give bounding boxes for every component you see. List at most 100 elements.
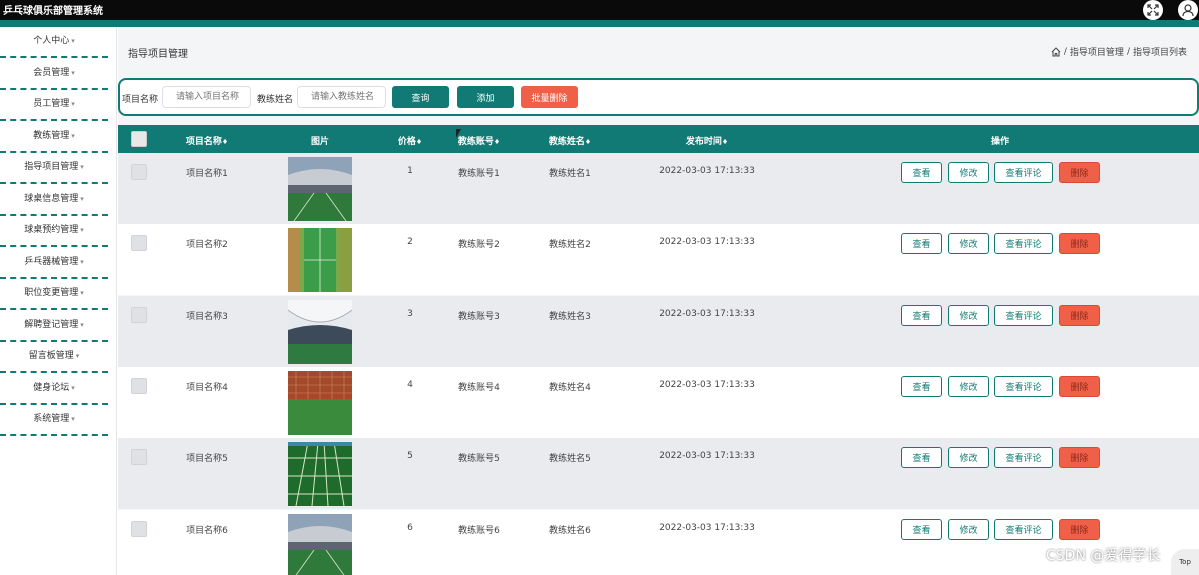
breadcrumb-level1[interactable]: 指导项目管理 bbox=[1070, 45, 1124, 58]
user-avatar-icon[interactable] bbox=[1178, 0, 1198, 20]
project-image bbox=[288, 157, 352, 221]
col-name-header[interactable]: 项目名称♦ bbox=[186, 134, 228, 147]
view-button[interactable]: 查看 bbox=[901, 375, 942, 397]
view-button[interactable]: 查看 bbox=[901, 518, 942, 540]
sidebar-item[interactable]: 指导项目管理 ▾ bbox=[0, 153, 108, 184]
edit-button[interactable]: 修改 bbox=[948, 162, 989, 183]
view-comments-button[interactable]: 查看评论 bbox=[994, 447, 1053, 469]
back-to-top-button[interactable]: Top bbox=[1171, 549, 1199, 575]
view-comments-button[interactable]: 查看评论 bbox=[994, 375, 1053, 397]
add-button[interactable]: 添加 bbox=[457, 86, 514, 108]
col-price-header[interactable]: 价格♦ bbox=[398, 134, 422, 147]
row-checkbox[interactable] bbox=[131, 377, 147, 394]
select-all-checkbox[interactable] bbox=[131, 131, 147, 147]
edit-button[interactable]: 修改 bbox=[948, 518, 989, 540]
view-button[interactable]: 查看 bbox=[901, 162, 942, 183]
edit-button[interactable]: 修改 bbox=[948, 233, 989, 255]
caret-down-icon: ▾ bbox=[80, 289, 84, 297]
table-row: 项目名称4 4 教练账号4 教练姓名4 2022-03-03 17:13:33 查看 修改查… bbox=[118, 366, 1199, 438]
view-comments-button[interactable]: 查看评论 bbox=[994, 233, 1053, 255]
row-checkbox[interactable] bbox=[131, 235, 147, 252]
table-row: 项目名称1 1 教练账号1 教练姓名1 2022-03-03 17:13:33 查看 修改查… bbox=[118, 153, 1199, 224]
sidebar-item-label: 乒乓器械管理 bbox=[24, 256, 79, 267]
publish-time-cell: 2022-03-03 17:13:33 bbox=[659, 451, 755, 462]
sidebar-item[interactable]: 教练管理 ▾ bbox=[0, 122, 108, 153]
coach-name-input[interactable] bbox=[297, 86, 386, 108]
price-cell: 6 bbox=[407, 522, 413, 533]
sidebar-item[interactable]: 球桌信息管理 ▾ bbox=[0, 185, 108, 216]
page-title: 指导项目管理 bbox=[128, 49, 188, 60]
sidebar-item-label: 系统管理 bbox=[33, 414, 70, 424]
publish-time-cell: 2022-03-03 17:13:33 bbox=[659, 522, 755, 533]
project-name-cell: 项目名称3 bbox=[186, 311, 228, 322]
publish-time-cell: 2022-03-03 17:13:33 bbox=[659, 379, 755, 390]
sidebar-item[interactable]: 健身论坛 ▾ bbox=[0, 374, 108, 405]
delete-button[interactable]: 删除 bbox=[1059, 233, 1100, 255]
delete-button[interactable]: 删除 bbox=[1059, 518, 1100, 540]
price-cell: 3 bbox=[407, 308, 413, 319]
view-button[interactable]: 查看 bbox=[901, 447, 942, 469]
project-name-cell: 项目名称4 bbox=[186, 382, 228, 393]
sidebar-item[interactable]: 职位变更管理 ▾ bbox=[0, 279, 108, 310]
view-comments-button[interactable]: 查看评论 bbox=[994, 162, 1053, 183]
project-name-label: 项目名称 bbox=[122, 95, 159, 105]
col-time-header[interactable]: 发布时间♦ bbox=[686, 134, 728, 147]
caret-down-icon: ▾ bbox=[71, 68, 75, 77]
sidebar-item-label: 球桌预约管理 bbox=[24, 225, 79, 235]
breadcrumb: / 指导项目管理 / 指导项目列表 bbox=[1051, 45, 1187, 58]
coach-account-cell: 教练账号6 bbox=[458, 525, 500, 536]
fullscreen-icon[interactable] bbox=[1143, 0, 1163, 20]
view-comments-button[interactable]: 查看评论 bbox=[994, 518, 1053, 540]
coach-name-cell: 教练姓名4 bbox=[549, 382, 591, 393]
project-name-cell: 项目名称1 bbox=[186, 169, 228, 179]
caret-down-icon: ▾ bbox=[80, 163, 84, 171]
sidebar-item[interactable]: 留言板管理 ▾ bbox=[0, 342, 108, 373]
caret-down-icon: ▾ bbox=[80, 320, 84, 329]
row-checkbox[interactable] bbox=[131, 449, 147, 466]
project-image bbox=[288, 228, 352, 293]
sidebar-item[interactable]: 个人中心 ▾ bbox=[0, 27, 108, 58]
accent-strip bbox=[0, 20, 1199, 27]
edit-button[interactable]: 修改 bbox=[948, 447, 989, 469]
delete-button[interactable]: 删除 bbox=[1059, 375, 1100, 397]
sidebar-item-label: 教练管理 bbox=[33, 130, 70, 141]
price-cell: 1 bbox=[407, 166, 413, 176]
col-coach-header[interactable]: 教练姓名♦ bbox=[549, 134, 591, 147]
delete-button[interactable]: 删除 bbox=[1059, 447, 1100, 469]
home-icon[interactable] bbox=[1051, 46, 1061, 57]
table-row: 项目名称6 6 教练账号6 教练姓名6 2022-03-03 17:13:33 查看 修改查… bbox=[118, 509, 1199, 575]
sidebar-item[interactable]: 员工管理 ▾ bbox=[0, 90, 108, 121]
price-cell: 4 bbox=[407, 379, 413, 390]
edit-button[interactable]: 修改 bbox=[948, 375, 989, 397]
col-account-header[interactable]: 教练账号♦ bbox=[458, 134, 500, 147]
sidebar-item-label: 留言板管理 bbox=[28, 351, 74, 361]
edit-button[interactable]: 修改 bbox=[948, 304, 989, 326]
watermark: CSDN @爱得学长 bbox=[1046, 548, 1161, 564]
coach-name-cell: 教练姓名3 bbox=[549, 311, 591, 322]
sidebar-item[interactable]: 解聘登记管理 ▾ bbox=[0, 311, 108, 342]
view-button[interactable]: 查看 bbox=[901, 233, 942, 255]
view-comments-button[interactable]: 查看评论 bbox=[994, 304, 1053, 326]
row-checkbox[interactable] bbox=[131, 164, 147, 180]
price-cell: 5 bbox=[407, 451, 413, 462]
sidebar: 个人中心 ▾ 会员管理 ▾ 员工管理 ▾ 教练管理 ▾ 指导项目管理 ▾ 球桌信息管理 ▾ 球桌预约管理… bbox=[0, 27, 117, 575]
batch-delete-button[interactable]: 批量删除 bbox=[521, 86, 578, 108]
sidebar-item[interactable]: 会员管理 ▾ bbox=[0, 59, 108, 90]
col-image-header: 图片 bbox=[310, 137, 330, 147]
coach-name-cell: 教练姓名1 bbox=[549, 169, 591, 179]
price-cell: 2 bbox=[407, 237, 413, 248]
sidebar-item[interactable]: 球桌预约管理 ▾ bbox=[0, 216, 108, 247]
query-button[interactable]: 查询 bbox=[392, 86, 449, 108]
project-name-cell: 项目名称5 bbox=[186, 454, 228, 465]
delete-button[interactable]: 删除 bbox=[1059, 162, 1100, 183]
sidebar-item[interactable]: 系统管理 ▾ bbox=[0, 405, 108, 436]
row-checkbox[interactable] bbox=[131, 306, 147, 323]
view-button[interactable]: 查看 bbox=[901, 304, 942, 326]
project-name-cell: 项目名称2 bbox=[186, 240, 228, 251]
sidebar-item[interactable]: 乒乓器械管理 ▾ bbox=[0, 248, 108, 279]
delete-button[interactable]: 删除 bbox=[1059, 304, 1100, 326]
project-name-input[interactable] bbox=[162, 86, 251, 108]
row-checkbox[interactable] bbox=[131, 520, 147, 537]
table-row: 项目名称5 5 教练账号5 教练姓名5 2022-03-03 17:13:33 查看 修改查… bbox=[118, 438, 1199, 510]
project-image bbox=[288, 513, 352, 575]
